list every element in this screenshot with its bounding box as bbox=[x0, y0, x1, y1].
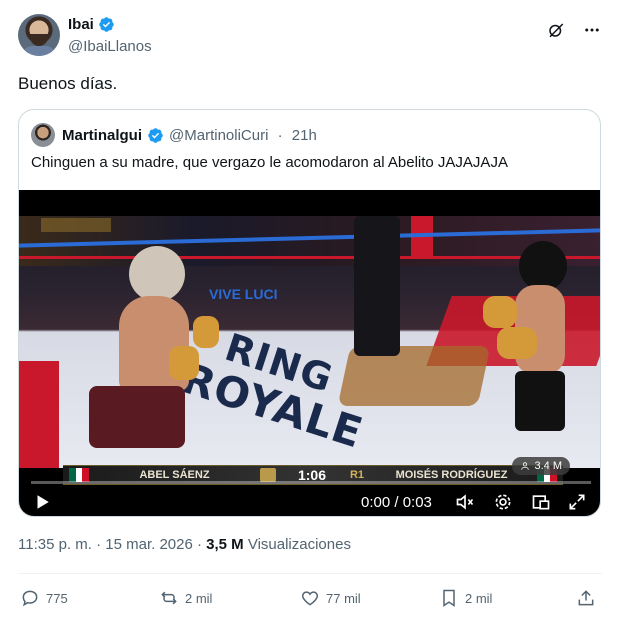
like-count: 77 mil bbox=[326, 590, 361, 606]
fighter-right bbox=[479, 241, 589, 468]
volume-mute-icon[interactable] bbox=[455, 492, 475, 512]
scoreboard-right-name: MOISÉS RODRÍGUEZ bbox=[395, 469, 508, 481]
fighter-left bbox=[89, 246, 219, 468]
quoted-text: Chinguen a su madre, que vergazo le acom… bbox=[31, 154, 508, 171]
tweet-text: Buenos días. bbox=[18, 74, 118, 93]
verified-icon bbox=[148, 127, 163, 143]
like-icon bbox=[301, 591, 319, 606]
video-progress-bar[interactable] bbox=[31, 481, 591, 484]
scoreboard-left-name: ABEL SÁENZ bbox=[139, 469, 210, 481]
views-label: Visualizaciones bbox=[243, 536, 351, 553]
tweet-header: Ibai @IbaiLlanos bbox=[18, 14, 602, 58]
bookmark-count: 2 mil bbox=[465, 590, 493, 606]
views-count: 3,5 M bbox=[206, 536, 244, 553]
scoreboard-round: R1 bbox=[349, 469, 365, 481]
person-icon bbox=[521, 462, 530, 470]
fullscreen-icon[interactable] bbox=[567, 492, 587, 512]
reply-icon bbox=[22, 590, 38, 607]
verified-icon bbox=[99, 17, 114, 32]
quoted-handle: @MartinoliCuri bbox=[169, 126, 269, 144]
avatar[interactable] bbox=[18, 14, 60, 56]
video-controls: 0:00 / 0:03 bbox=[19, 488, 600, 516]
action-bar: 775 2 mil 77 mil 2 mil bbox=[20, 588, 600, 610]
reply-button[interactable]: 775 bbox=[20, 588, 68, 608]
video-views-badge: 3.4 M bbox=[512, 457, 570, 475]
share-icon bbox=[578, 590, 594, 606]
repost-button[interactable]: 2 mil bbox=[159, 588, 212, 608]
quoted-time: 21h bbox=[291, 126, 317, 144]
tweet: Ibai @IbaiLlanos Buenos días. Martinalgu… bbox=[0, 0, 620, 620]
grok-icon[interactable] bbox=[546, 20, 566, 40]
divider bbox=[18, 573, 602, 574]
bookmark-icon bbox=[443, 589, 455, 607]
like-button[interactable]: 77 mil bbox=[300, 588, 361, 608]
repost-icon bbox=[161, 591, 177, 605]
more-icon[interactable] bbox=[582, 20, 602, 40]
repost-count: 2 mil bbox=[185, 590, 213, 606]
video-time: 0:00 / 0:03 bbox=[361, 494, 432, 511]
video-frame: VIVE LUCI RING ROYALE bbox=[19, 216, 600, 468]
share-button[interactable] bbox=[576, 588, 596, 608]
bookmark-button[interactable]: 2 mil bbox=[439, 588, 492, 608]
flag-mexico bbox=[69, 468, 90, 482]
quoted-time-separator: · bbox=[273, 126, 287, 144]
play-icon[interactable] bbox=[33, 493, 51, 511]
tweet-meta: 11:35 p. m. · 15 mar. 2026 · 3,5 M Visua… bbox=[18, 536, 351, 553]
settings-icon[interactable] bbox=[493, 492, 513, 512]
event-logo bbox=[260, 468, 276, 482]
quoted-avatar bbox=[31, 123, 55, 147]
tweet-timestamp[interactable]: 11:35 p. m. · 15 mar. 2026 · bbox=[18, 536, 206, 553]
author-handle[interactable]: @IbaiLlanos bbox=[68, 38, 152, 55]
quoted-name: Martinalgui bbox=[62, 126, 143, 144]
video-player[interactable]: VIVE LUCI RING ROYALE ABEL SÁENZ 1:06 R1… bbox=[19, 190, 600, 516]
author-name[interactable]: Ibai bbox=[68, 16, 94, 33]
pip-icon[interactable] bbox=[531, 492, 551, 512]
video-views: 3.4 M bbox=[534, 460, 562, 472]
reply-count: 775 bbox=[46, 590, 68, 606]
quoted-tweet[interactable]: Martinalgui @MartinoliCuri · 21h Chingue… bbox=[18, 109, 601, 517]
referee bbox=[354, 216, 400, 356]
